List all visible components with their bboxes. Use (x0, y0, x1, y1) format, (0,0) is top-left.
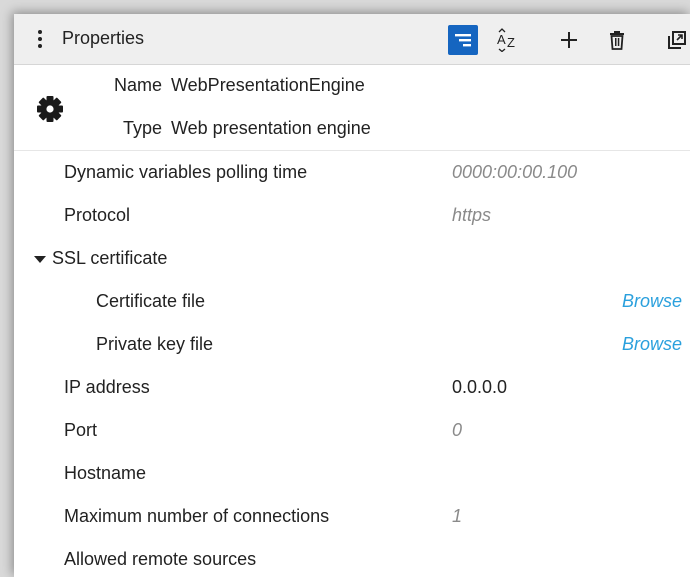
property-row-port[interactable]: Port 0 (14, 409, 690, 452)
svg-text:Z: Z (507, 35, 515, 50)
property-row-allowed-remote-sources[interactable]: Allowed remote sources (14, 538, 690, 577)
sort-az-icon: A Z (497, 28, 515, 52)
property-label: IP address (64, 377, 150, 397)
property-value[interactable]: 0 (452, 420, 462, 441)
browse-certificate-link[interactable]: Browse (622, 291, 682, 312)
more-options-icon[interactable] (38, 30, 42, 48)
expand-caret-icon[interactable] (34, 256, 46, 263)
property-value[interactable]: https (452, 205, 491, 226)
name-value: WebPresentationEngine (171, 75, 365, 95)
panel-title: Properties (62, 28, 145, 48)
property-grid: Dynamic variables polling time 0000:00:0… (14, 151, 690, 577)
property-value[interactable]: 0000:00:00.100 (452, 162, 577, 183)
add-icon (561, 32, 577, 48)
property-label: Allowed remote sources (64, 549, 257, 569)
name-label: Name (113, 75, 162, 95)
property-row-hostname[interactable]: Hostname (14, 452, 690, 495)
property-label: Certificate file (96, 291, 206, 311)
categorized-view-icon (455, 34, 471, 47)
pop-out-icon (668, 31, 686, 49)
property-value[interactable]: 0.0.0.0 (452, 377, 507, 398)
property-label: Port (64, 420, 98, 440)
type-value: Web presentation engine (171, 118, 371, 138)
delete-icon (610, 31, 624, 50)
property-label: Private key file (96, 334, 214, 354)
property-group-label: SSL certificate (52, 248, 168, 268)
browse-private-key-link[interactable]: Browse (622, 334, 682, 355)
properties-panel: Properties A Z Name WebPresentationEngin… (14, 14, 690, 577)
add-button[interactable] (554, 25, 584, 55)
property-row-polling-time[interactable]: Dynamic variables polling time 0000:00:0… (14, 151, 690, 194)
property-label: Maximum number of connections (64, 506, 330, 526)
property-row-certificate-file[interactable]: Certificate file Browse (14, 280, 690, 323)
gear-icon (37, 96, 63, 122)
svg-text:A: A (497, 32, 506, 47)
property-row-protocol[interactable]: Protocol https (14, 194, 690, 237)
property-row-private-key-file[interactable]: Private key file Browse (14, 323, 690, 366)
type-label: Type (122, 118, 162, 138)
property-row-max-connections[interactable]: Maximum number of connections 1 (14, 495, 690, 538)
categorized-view-button[interactable] (448, 25, 478, 55)
sort-az-button[interactable]: A Z (492, 25, 522, 55)
panel-header: Properties A Z (14, 14, 690, 65)
object-info: Name WebPresentationEngine Type Web pres… (14, 65, 690, 151)
property-group-ssl-certificate[interactable]: SSL certificate (14, 237, 690, 280)
property-value[interactable]: 1 (452, 506, 462, 527)
property-label: Hostname (64, 463, 147, 483)
property-label: Dynamic variables polling time (64, 162, 308, 182)
pop-out-button[interactable] (662, 25, 690, 55)
property-row-ip-address[interactable]: IP address 0.0.0.0 (14, 366, 690, 409)
delete-button[interactable] (602, 25, 632, 55)
property-label: Protocol (64, 205, 131, 225)
